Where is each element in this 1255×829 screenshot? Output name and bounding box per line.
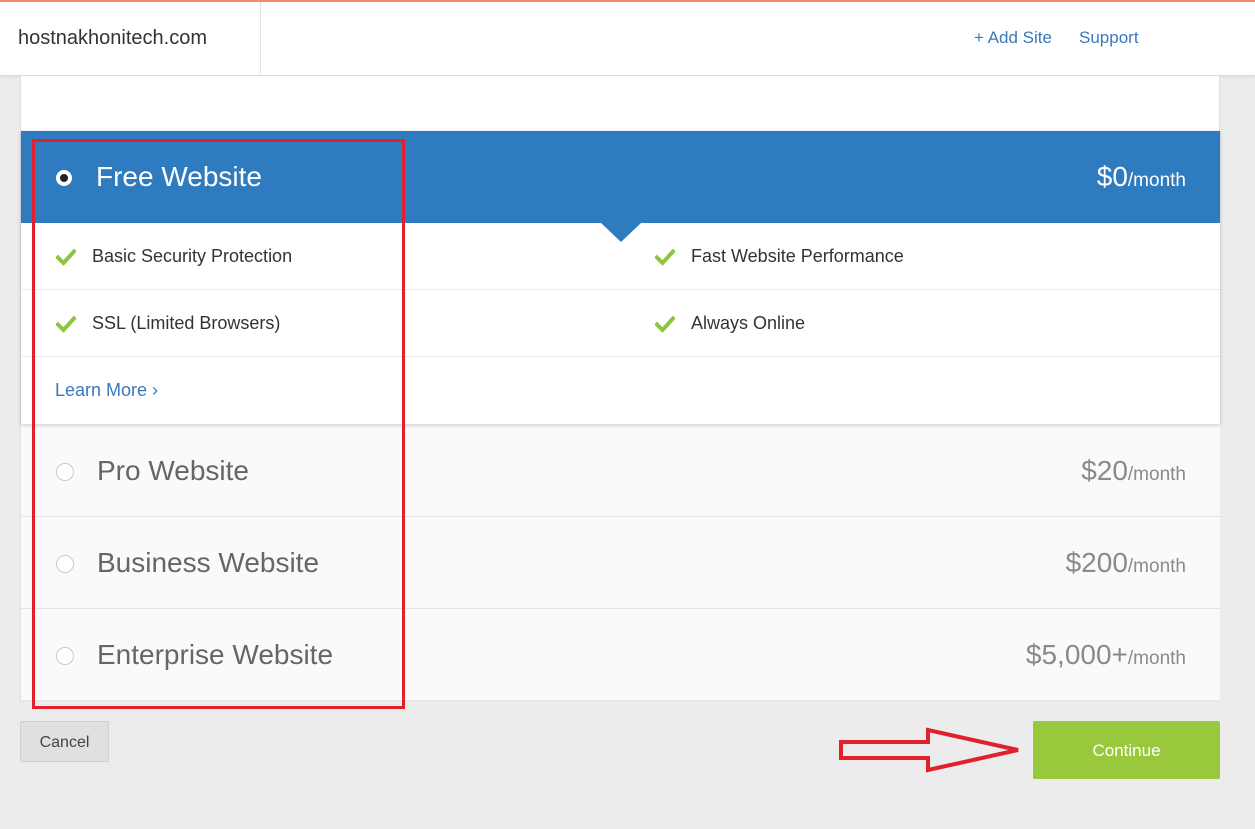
plan-enterprise-website[interactable]: Enterprise Website $5,000+/month [21,609,1220,701]
radio-empty-icon[interactable] [56,463,74,481]
plan-name: Enterprise Website [97,639,334,670]
plan-pro-website[interactable]: Pro Website $20/month [21,425,1220,517]
price-amount: $5,000+ [1025,639,1128,670]
support-link[interactable]: Support [1079,2,1139,76]
price-unit: /month [1127,464,1186,485]
feature-list: Basic Security Protection Fast Website P… [21,223,1220,424]
feature-item: Always Online [655,290,805,357]
plan-price: $0/month [1097,131,1186,228]
price-unit: /month [1127,556,1186,577]
plan-panel: Free Website $0/month Basic Security Pro… [20,76,1220,701]
price-amount: $200 [1065,547,1128,578]
plan-name: Business Website [97,547,320,578]
feature-item: Fast Website Performance [655,223,904,290]
plan-business-website[interactable]: Business Website $200/month [21,517,1220,609]
feature-item: Basic Security Protection [56,223,292,290]
feature-row: SSL (Limited Browsers) Always Online [21,290,1220,357]
plan-price: $20/month [1081,425,1186,522]
price-unit: /month [1127,170,1186,191]
feature-label: Fast Website Performance [691,246,904,266]
continue-button[interactable]: Continue [1033,721,1220,779]
radio-selected-icon[interactable] [56,170,72,186]
price-unit: /month [1127,648,1186,669]
feature-row: Basic Security Protection Fast Website P… [21,223,1220,290]
cancel-button[interactable]: Cancel [20,721,109,762]
feature-item: SSL (Limited Browsers) [56,290,280,357]
radio-empty-icon[interactable] [56,647,74,665]
plan-free-website[interactable]: Free Website $0/month Basic Security Pro… [21,131,1220,424]
plan-name: Pro Website [97,455,249,486]
price-amount: $20 [1081,455,1128,486]
price-amount: $0 [1096,161,1128,192]
plan-price: $5,000+/month [1026,609,1186,706]
check-icon [56,315,76,333]
check-icon [56,248,76,266]
feature-label: Basic Security Protection [92,246,293,266]
top-header: hostnakhonitech.com + Add Site Support [0,2,1255,76]
plan-header-selected[interactable]: Free Website $0/month [21,131,1220,242]
site-name: hostnakhonitech.com [0,2,261,76]
check-icon [655,315,675,333]
feature-label: SSL (Limited Browsers) [92,313,281,333]
check-icon [655,248,675,266]
learn-more-row: Learn More › [21,357,1220,424]
feature-label: Always Online [691,313,806,333]
annotation-arrow-icon [839,727,1019,773]
add-site-link[interactable]: + Add Site [974,2,1052,76]
plan-price: $200/month [1066,517,1186,614]
radio-empty-icon[interactable] [56,555,74,573]
plan-name: Free Website [96,161,262,192]
learn-more-link[interactable]: Learn More › [55,357,158,424]
